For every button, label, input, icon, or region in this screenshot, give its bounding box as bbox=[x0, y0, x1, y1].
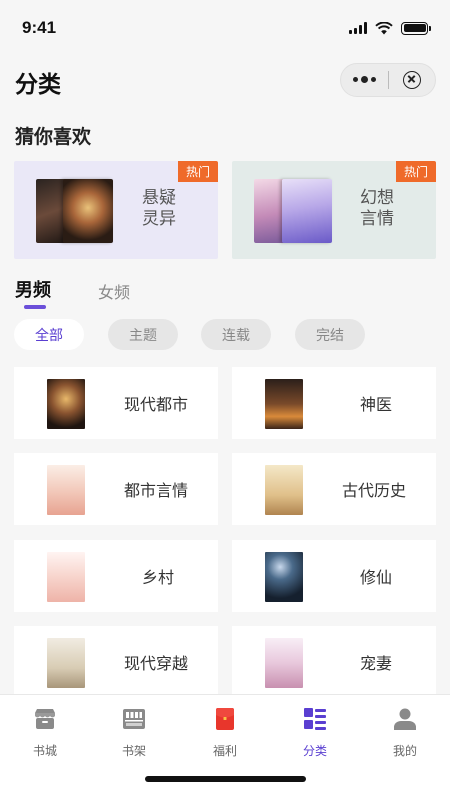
tabbar-label: 书架 bbox=[121, 744, 146, 758]
hot-badge: 热门 bbox=[396, 161, 436, 182]
category-card[interactable]: 古代历史 bbox=[232, 453, 436, 525]
tabbar-label: 书城 bbox=[32, 744, 57, 758]
active-tab-indicator bbox=[24, 305, 46, 309]
recommend-card-label: 悬疑灵异 bbox=[142, 188, 176, 229]
tab-female[interactable]: 女频 bbox=[98, 279, 130, 303]
tabbar-item-profile[interactable]: 我的 bbox=[375, 707, 435, 759]
more-options-button[interactable] bbox=[341, 76, 388, 83]
book-cover-image bbox=[47, 465, 85, 515]
book-cover-image bbox=[47, 379, 85, 429]
hot-badge: 热门 bbox=[178, 161, 218, 182]
status-icons bbox=[349, 21, 431, 35]
filter-serializing[interactable]: 连载 bbox=[201, 319, 271, 350]
category-label: 现代穿越 bbox=[124, 654, 189, 673]
recommend-card-label: 幻想言情 bbox=[360, 188, 394, 229]
category-label: 修仙 bbox=[360, 568, 393, 587]
category-label: 乡村 bbox=[142, 568, 175, 587]
category-card[interactable]: 修仙 bbox=[232, 540, 436, 612]
cellular-signal-icon bbox=[349, 22, 367, 34]
filter-completed[interactable]: 完结 bbox=[295, 319, 365, 350]
bookshelf-icon bbox=[123, 709, 145, 729]
tabbar-label: 福利 bbox=[212, 744, 237, 758]
tabbar-item-bookstore[interactable]: 书城 bbox=[15, 707, 75, 759]
tabbar-item-bookshelf[interactable]: 书架 bbox=[104, 707, 164, 759]
recommend-card-suspense[interactable]: 热门 悬疑灵异 bbox=[14, 161, 218, 259]
close-button[interactable] bbox=[389, 71, 435, 89]
recommend-card-fantasy-romance[interactable]: 热门 幻想言情 bbox=[232, 161, 436, 259]
category-card[interactable]: 宠妻 bbox=[232, 626, 436, 698]
filter-all[interactable]: 全部 bbox=[14, 319, 84, 350]
category-card[interactable]: 现代穿越 bbox=[14, 626, 218, 698]
book-cover-image bbox=[265, 465, 303, 515]
category-label: 宠妻 bbox=[360, 654, 393, 673]
book-cover-image bbox=[265, 638, 303, 688]
miniprogram-capsule bbox=[340, 63, 436, 97]
battery-icon bbox=[401, 21, 431, 35]
filter-chips: 全部 主题 连载 完结 bbox=[0, 319, 450, 351]
category-card[interactable]: 都市言情 bbox=[14, 453, 218, 525]
tabbar-item-welfare[interactable]: 福利 bbox=[195, 707, 255, 759]
category-card[interactable]: 乡村 bbox=[14, 540, 218, 612]
wifi-icon bbox=[375, 21, 393, 34]
filter-theme[interactable]: 主题 bbox=[108, 319, 178, 350]
category-card[interactable]: 现代都市 bbox=[14, 367, 218, 439]
header: 分类 bbox=[0, 56, 450, 106]
category-icon bbox=[304, 708, 326, 730]
book-cover-image bbox=[265, 552, 303, 602]
gender-tabs: 男频 女频 bbox=[0, 276, 450, 312]
tabbar-item-category[interactable]: 分类 bbox=[285, 707, 345, 759]
page-title: 分类 bbox=[15, 72, 61, 98]
recommend-cover-stack bbox=[254, 179, 334, 243]
category-label: 古代历史 bbox=[342, 481, 407, 500]
bookstore-icon bbox=[35, 709, 55, 729]
profile-icon bbox=[394, 708, 416, 730]
book-cover-image bbox=[47, 638, 85, 688]
home-indicator bbox=[145, 776, 306, 782]
category-card[interactable]: 神医 bbox=[232, 367, 436, 439]
tabbar-label: 分类 bbox=[302, 744, 327, 758]
status-bar: 9:41 bbox=[0, 0, 450, 56]
category-label: 神医 bbox=[360, 395, 393, 414]
book-cover-image bbox=[47, 552, 85, 602]
red-envelope-icon bbox=[216, 708, 234, 730]
recommend-cover-stack bbox=[36, 179, 116, 243]
recommend-section-title: 猜你喜欢 bbox=[15, 126, 92, 148]
tabbar-label: 我的 bbox=[392, 744, 417, 758]
bottom-tab-bar: 书城 书架 福利 分类 我的 bbox=[0, 694, 450, 800]
category-label: 现代都市 bbox=[124, 395, 189, 414]
status-time: 9:41 bbox=[22, 18, 57, 37]
book-cover-image bbox=[63, 179, 113, 243]
book-cover-image bbox=[282, 179, 332, 243]
tab-male[interactable]: 男频 bbox=[15, 276, 51, 302]
close-icon bbox=[402, 71, 421, 89]
category-label: 都市言情 bbox=[124, 481, 189, 500]
book-cover-image bbox=[265, 379, 303, 429]
